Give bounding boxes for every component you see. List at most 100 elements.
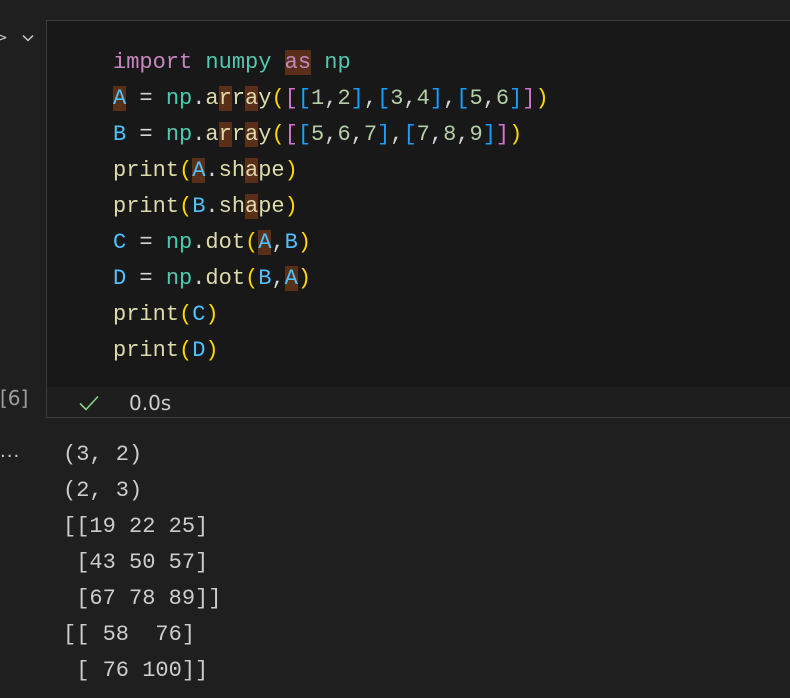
code-line[interactable]: print(C) — [113, 297, 549, 333]
output-line: [ 76 100]] — [63, 658, 209, 683]
code-editor[interactable]: import numpy as np A = np.array([[1,2],[3… — [47, 21, 790, 387]
code-token: 6 — [495, 86, 510, 111]
code-token: np — [165, 122, 193, 147]
code-token: D — [192, 338, 206, 363]
code-token: a — [245, 86, 259, 111]
code-token: dot — [205, 266, 246, 291]
code-token: y — [258, 122, 272, 147]
code-token: s — [218, 158, 232, 183]
code-token: ( — [245, 266, 259, 291]
code-line[interactable]: print(B.shape) — [113, 189, 549, 225]
code-token: , — [271, 230, 285, 255]
chevron-down-icon[interactable] — [20, 30, 36, 46]
code-token: a — [245, 158, 259, 183]
code-line[interactable]: print(D) — [113, 333, 549, 369]
code-line[interactable]: print(A.shape) — [113, 153, 549, 189]
code-token: A — [284, 266, 298, 291]
code-token: ] — [482, 122, 496, 147]
code-token: , — [403, 86, 417, 111]
code-line[interactable]: C = np.dot(A,B) — [113, 225, 549, 261]
code-token: B — [258, 266, 272, 291]
code-token: np — [324, 50, 351, 75]
code-token: [ — [297, 122, 312, 147]
code-token: ( — [179, 194, 193, 219]
cell-output: (3, 2) (2, 3) [[19 22 25] [43 50 57] [67 7… — [63, 437, 221, 689]
code-token: ) — [535, 86, 549, 111]
output-more-icon[interactable]: ... — [0, 441, 20, 462]
code-block[interactable]: import numpy as np A = np.array([[1,2],[3… — [113, 45, 549, 369]
code-token: a — [245, 194, 259, 219]
code-token: ) — [284, 194, 298, 219]
code-token: ] — [522, 86, 536, 111]
code-token: np — [165, 230, 193, 255]
code-token: ] — [377, 122, 391, 147]
code-token: D — [113, 266, 127, 291]
code-token: , — [324, 86, 338, 111]
code-token: C — [113, 230, 127, 255]
code-token: , — [429, 122, 444, 147]
code-line[interactable]: D = np.dot(B,A) — [113, 261, 549, 297]
code-token: [ — [284, 122, 298, 147]
code-line[interactable]: A = np.array([[1,2],[3,4],[5,6]]) — [113, 81, 549, 117]
code-token: h — [231, 194, 246, 219]
code-token: ] — [350, 86, 364, 111]
code-token: . — [192, 266, 206, 291]
code-token: C — [192, 302, 206, 327]
code-token: np — [165, 86, 193, 111]
code-token: ( — [245, 230, 259, 255]
code-token: , — [350, 122, 364, 147]
code-token: ) — [284, 158, 298, 183]
code-token: print — [113, 302, 180, 327]
code-token: a — [205, 86, 219, 111]
code-token: ) — [297, 230, 312, 255]
check-icon — [79, 395, 99, 411]
code-token: . — [205, 158, 219, 183]
code-token: a — [205, 122, 219, 147]
code-token: 6 — [337, 122, 351, 147]
output-line: [67 78 89]] — [63, 586, 222, 611]
code-token: 5 — [311, 122, 325, 147]
code-token: ) — [509, 122, 523, 147]
output-line: [43 50 57] — [63, 550, 209, 575]
code-token: r — [218, 122, 232, 147]
code-token: , — [271, 266, 285, 291]
code-token: . — [205, 194, 219, 219]
code-token: . — [192, 122, 206, 147]
code-token: B — [192, 194, 206, 219]
code-token: ) — [205, 338, 219, 363]
cell-status-bar: 0.0s — [77, 387, 171, 419]
code-token: import — [113, 50, 193, 75]
code-token: ( — [179, 158, 193, 183]
code-token: print — [113, 194, 180, 219]
code-line[interactable]: B = np.array([[5,6,7],[7,8,9]]) — [113, 117, 549, 153]
code-token: [ — [456, 86, 470, 111]
code-token: y — [258, 86, 272, 111]
code-token: ) — [205, 302, 219, 327]
code-token: 3 — [390, 86, 404, 111]
output-line: (2, 3) — [63, 478, 143, 503]
code-token: , — [443, 86, 457, 111]
code-line[interactable]: import numpy as np — [113, 45, 549, 81]
code-token: 5 — [469, 86, 483, 111]
code-token: . — [192, 86, 206, 111]
output-line: [[19 22 25] — [63, 514, 209, 539]
code-token: [ — [284, 86, 298, 111]
code-token: numpy — [205, 50, 272, 75]
execution-count: [6] — [0, 386, 29, 410]
code-cell[interactable]: import numpy as np A = np.array([[1,2],[3… — [46, 20, 790, 418]
code-token: 8 — [443, 122, 457, 147]
code-token: [ — [297, 86, 312, 111]
code-token: , — [456, 122, 470, 147]
code-token: r — [231, 122, 246, 147]
code-token: 4 — [416, 86, 430, 111]
code-token: np — [165, 266, 193, 291]
code-token: a — [245, 122, 259, 147]
code-token: pe — [258, 194, 285, 219]
code-token: h — [231, 158, 246, 183]
cell-gutter: > [6] ... — [0, 0, 46, 698]
code-token: = — [126, 122, 166, 147]
run-cell-icon[interactable]: > — [0, 30, 8, 46]
code-token: 9 — [469, 122, 483, 147]
code-token: 2 — [337, 86, 351, 111]
